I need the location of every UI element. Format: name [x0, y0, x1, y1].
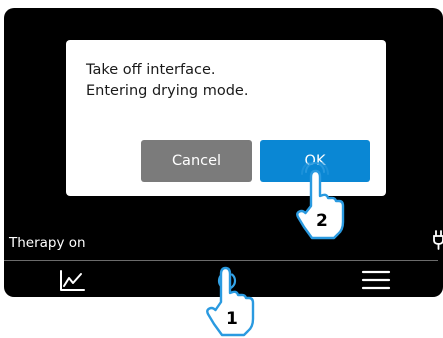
therapy-status-text: Therapy on: [9, 235, 86, 251]
nav-divider: [4, 260, 438, 261]
tap-hand-step-2: 2: [296, 162, 345, 240]
menu-icon[interactable]: [360, 268, 392, 292]
dialog-message-line2: Entering drying mode.: [86, 83, 249, 99]
chart-icon[interactable]: [58, 269, 86, 293]
step-2-label: 2: [316, 211, 328, 231]
cancel-button[interactable]: Cancel: [141, 140, 252, 182]
tap-hand-step-1: 1: [206, 266, 255, 337]
dialog-message: Take off interface. Entering drying mode…: [86, 60, 248, 102]
plug-icon: [433, 230, 443, 250]
dialog-message-line1: Take off interface.: [86, 62, 216, 78]
step-1-label: 1: [226, 309, 238, 329]
